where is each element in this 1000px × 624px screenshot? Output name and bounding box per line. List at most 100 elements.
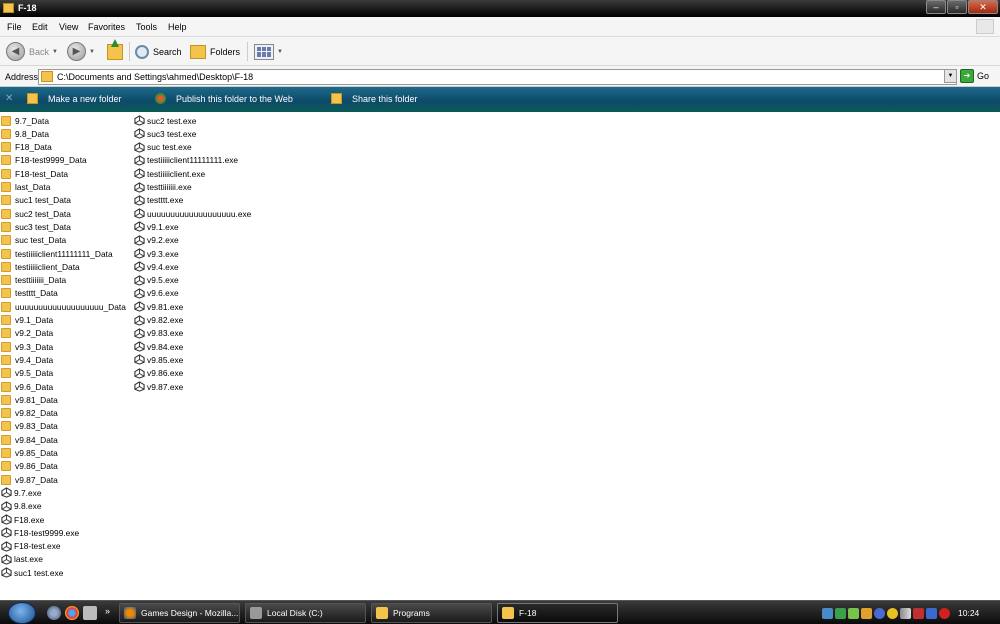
clock[interactable]: 10:24 <box>958 608 979 618</box>
folder-item[interactable]: F18-test9999_Data <box>1 154 87 167</box>
menu-file[interactable]: File <box>7 22 22 32</box>
exe-file-item[interactable]: testiiiiiclient.exe <box>134 167 205 180</box>
task-publish-folder[interactable]: Publish this folder to the Web <box>155 93 293 104</box>
folder-item[interactable]: v9.82_Data <box>1 407 58 420</box>
exe-file-item[interactable]: 9.8.exe <box>1 500 41 513</box>
exe-file-item[interactable]: F18-test9999.exe <box>1 526 79 539</box>
folder-item[interactable]: suc1 test_Data <box>1 194 71 207</box>
menu-tools[interactable]: Tools <box>136 22 157 32</box>
taskbar-button-f18[interactable]: F-18 <box>497 603 618 623</box>
folder-item[interactable]: v9.85_Data <box>1 447 58 460</box>
folder-item[interactable]: v9.83_Data <box>1 420 58 433</box>
tray-icon[interactable] <box>835 607 846 619</box>
quicklaunch-chrome-icon[interactable] <box>65 606 79 620</box>
exe-file-item[interactable]: v9.85.exe <box>134 353 183 366</box>
folder-item[interactable]: last_Data <box>1 181 50 194</box>
folder-item[interactable]: v9.6_Data <box>1 380 53 393</box>
taskbar-button-local-disk[interactable]: Local Disk (C:) <box>245 603 366 623</box>
exe-file-item[interactable]: testiiiiiclient11111111.exe <box>134 154 238 167</box>
exe-file-item[interactable]: testttt.exe <box>134 194 183 207</box>
menu-help[interactable]: Help <box>168 22 187 32</box>
address-input[interactable]: C:\Documents and Settings\ahmed\Desktop\… <box>38 69 957 85</box>
task-make-new-folder[interactable]: Make a new folder <box>27 93 122 104</box>
exe-file-item[interactable]: v9.84.exe <box>134 340 183 353</box>
menu-edit[interactable]: Edit <box>32 22 48 32</box>
signal-icon[interactable] <box>900 607 911 619</box>
tray-icon[interactable] <box>939 607 950 619</box>
exe-file-item[interactable]: testtiiiiiii.exe <box>134 181 192 194</box>
exe-file-item[interactable]: uuuuuuuuuuuuuuuuuuu.exe <box>134 207 251 220</box>
exe-file-item[interactable]: v9.83.exe <box>134 327 183 340</box>
folder-item[interactable]: v9.84_Data <box>1 433 58 446</box>
exe-file-item[interactable]: v9.81.exe <box>134 300 183 313</box>
tray-icon[interactable] <box>822 607 833 619</box>
tray-icon[interactable] <box>861 607 872 619</box>
menu-favorites[interactable]: Favorites <box>88 22 125 32</box>
taskbar-button-firefox[interactable]: Games Design - Mozilla... <box>119 603 240 623</box>
folder-item[interactable]: F18_Data <box>1 141 52 154</box>
tray-icon[interactable] <box>926 607 937 619</box>
folder-item[interactable]: uuuuuuuuuuuuuuuuuuu_Data <box>1 300 126 313</box>
folders-button[interactable]: Folders <box>190 37 240 66</box>
folder-item[interactable]: testiiiiiclient_Data <box>1 260 80 273</box>
menu-view[interactable]: View <box>59 22 78 32</box>
exe-file-item[interactable]: v9.6.exe <box>134 287 179 300</box>
close-button[interactable]: ✕ <box>968 0 998 14</box>
up-folder-button[interactable] <box>107 37 123 66</box>
folder-item[interactable]: suc3 test_Data <box>1 220 71 233</box>
exe-file-item[interactable]: suc3 test.exe <box>134 127 196 140</box>
exe-file-item[interactable]: v9.1.exe <box>134 220 179 233</box>
folder-item[interactable]: F18-test_Data <box>1 167 68 180</box>
tray-icon[interactable] <box>874 607 885 619</box>
tray-icon[interactable] <box>848 607 859 619</box>
folder-item[interactable]: testttt_Data <box>1 287 58 300</box>
go-button[interactable]: ➔ Go <box>960 69 989 83</box>
search-button[interactable]: Search <box>135 37 182 66</box>
exe-file-item[interactable]: F18-test.exe <box>1 540 61 553</box>
back-button[interactable]: ◀ Back ▼ <box>6 37 58 66</box>
tray-icon[interactable] <box>913 607 924 619</box>
quicklaunch-ie-icon[interactable] <box>47 606 61 620</box>
quicklaunch-chevron[interactable]: » <box>105 606 110 616</box>
maximize-button[interactable]: ▫ <box>947 0 967 14</box>
exe-file-item[interactable]: 9.7.exe <box>1 486 41 499</box>
folder-item[interactable]: suc2 test_Data <box>1 207 71 220</box>
taskbar-button-programs[interactable]: Programs <box>371 603 492 623</box>
folder-item[interactable]: v9.87_Data <box>1 473 58 486</box>
folder-item[interactable]: v9.86_Data <box>1 460 58 473</box>
exe-file-item[interactable]: suc1 test.exe <box>1 566 63 579</box>
exe-file-item[interactable]: F18.exe <box>1 513 44 526</box>
task-share-folder[interactable]: Share this folder <box>331 93 418 104</box>
folder-item[interactable]: 9.7_Data <box>1 114 49 127</box>
file-name: v9.2_Data <box>15 328 54 339</box>
folder-item[interactable]: v9.5_Data <box>1 367 53 380</box>
start-button[interactable] <box>8 602 36 624</box>
exe-file-item[interactable]: v9.86.exe <box>134 367 183 380</box>
close-icon[interactable]: ✕ <box>5 93 13 104</box>
exe-file-item[interactable]: suc2 test.exe <box>134 114 196 127</box>
quicklaunch-drive-icon[interactable] <box>83 606 97 620</box>
folder-item[interactable]: v9.2_Data <box>1 327 53 340</box>
exe-file-item[interactable]: suc test.exe <box>134 141 192 154</box>
folder-item[interactable]: v9.3_Data <box>1 340 53 353</box>
file-name: 9.7.exe <box>14 487 42 498</box>
exe-file-item[interactable]: v9.5.exe <box>134 274 179 287</box>
folder-item[interactable]: testtiiiiiii_Data <box>1 274 66 287</box>
exe-file-item[interactable]: last.exe <box>1 553 43 566</box>
folder-item[interactable]: 9.8_Data <box>1 127 49 140</box>
forward-button[interactable]: ▶ ▼ <box>67 37 95 66</box>
exe-file-item[interactable]: v9.2.exe <box>134 234 179 247</box>
views-button[interactable]: ▼ <box>254 37 283 66</box>
folder-item[interactable]: v9.81_Data <box>1 393 58 406</box>
exe-file-item[interactable]: v9.87.exe <box>134 380 183 393</box>
exe-file-item[interactable]: v9.3.exe <box>134 247 179 260</box>
folder-item[interactable]: v9.4_Data <box>1 353 53 366</box>
exe-file-item[interactable]: v9.4.exe <box>134 260 179 273</box>
folder-item[interactable]: testiiiiiclient11111111_Data <box>1 247 113 260</box>
tray-icon[interactable] <box>887 607 898 619</box>
minimize-button[interactable]: – <box>926 0 946 14</box>
folder-item[interactable]: suc test_Data <box>1 234 66 247</box>
exe-file-item[interactable]: v9.82.exe <box>134 314 183 327</box>
address-dropdown-button[interactable]: ▼ <box>944 69 957 83</box>
folder-item[interactable]: v9.1_Data <box>1 314 53 327</box>
